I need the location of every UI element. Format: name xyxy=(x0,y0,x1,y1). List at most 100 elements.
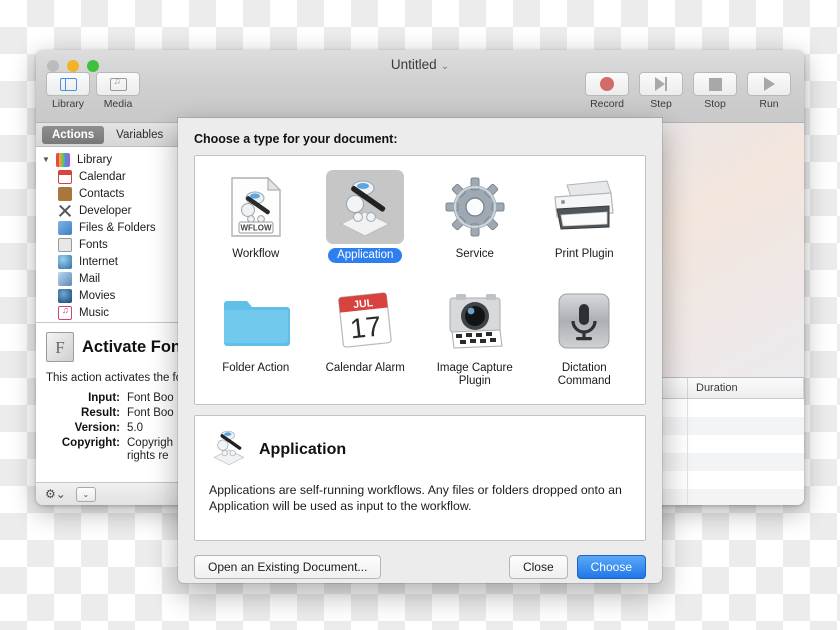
field-value-copyright-line1: Copyrigh xyxy=(127,437,173,449)
developer-icon xyxy=(58,204,72,218)
movies-icon xyxy=(58,289,72,303)
tree-item-music-label: Music xyxy=(78,307,109,319)
print-plugin-printer-icon xyxy=(545,170,623,244)
sheet-footer: Open an Existing Document... Close Choos… xyxy=(194,555,646,579)
window-title[interactable]: Untitled ⌄ xyxy=(36,57,804,72)
field-label-version: Version: xyxy=(46,422,120,434)
image-capture-camera-icon xyxy=(436,284,514,358)
tab-variables[interactable]: Variables xyxy=(106,126,173,144)
library-swatch-icon xyxy=(56,153,70,167)
document-type-dictation-command[interactable]: Dictation Command xyxy=(530,280,640,394)
document-type-folder-action-label: Folder Action xyxy=(222,362,289,375)
step-icon xyxy=(655,77,668,91)
document-type-print-plugin[interactable]: Print Plugin xyxy=(530,166,640,280)
toolbar-left-group: Library Media xyxy=(46,72,140,110)
document-type-image-capture-plugin[interactable]: Image Capture Plugin xyxy=(420,280,530,394)
tree-item-files-folders-label: Files & Folders xyxy=(78,222,156,234)
document-type-dictation-command-label: Dictation Command xyxy=(538,362,630,388)
field-value-version: 5.0 xyxy=(127,422,143,434)
sheet-prompt: Choose a type for your document: xyxy=(194,132,646,146)
action-info-description: This action activates the fo xyxy=(46,372,197,384)
choose-button[interactable]: Choose xyxy=(577,555,646,579)
tree-item-internet-label: Internet xyxy=(78,256,118,268)
run-icon xyxy=(764,77,775,91)
document-type-calendar-alarm-label: Calendar Alarm xyxy=(326,362,405,375)
action-info-fields: Input: Font Boo Result: Font Boo Version… xyxy=(46,392,197,463)
disclosure-triangle-icon[interactable]: ▼ xyxy=(42,155,50,164)
toolbar-button-library-label: Library xyxy=(52,98,84,110)
document-type-workflow[interactable]: WFLOW Workflow xyxy=(201,166,311,280)
music-icon xyxy=(58,306,72,320)
toolbar-button-run-label: Run xyxy=(759,98,778,110)
document-type-application-label: Application xyxy=(328,248,402,263)
tree-item-library-label: Library xyxy=(76,154,112,166)
action-info-row-input: Input: Font Boo xyxy=(46,392,197,404)
gear-icon[interactable]: ⚙⌄ xyxy=(45,487,66,501)
window-title-text: Untitled xyxy=(391,57,437,72)
document-type-sheet: Choose a type for your document: WFLOW xyxy=(178,118,662,583)
document-type-grid: WFLOW Workflow Application xyxy=(194,155,646,405)
fonts-icon xyxy=(58,238,72,252)
chevron-down-icon[interactable]: ⌄ xyxy=(76,487,96,502)
toolbar-button-step-label: Step xyxy=(650,98,672,110)
toolbar-button-stop[interactable]: Stop xyxy=(693,72,737,110)
chevron-down-icon: ⌄ xyxy=(441,61,449,72)
field-value-copyright: Copyrigh rights re xyxy=(127,437,173,463)
tree-item-movies-label: Movies xyxy=(78,290,115,302)
field-label-result: Result: xyxy=(46,407,120,419)
svg-text:JUL: JUL xyxy=(353,297,375,311)
toolbar-button-library[interactable]: Library xyxy=(46,72,90,110)
close-button[interactable]: Close xyxy=(509,555,568,579)
toolbar-button-run[interactable]: Run xyxy=(747,72,791,110)
toolbar-button-media[interactable]: Media xyxy=(96,72,140,110)
calendar-alarm-icon: JUL 17 xyxy=(326,284,404,358)
toolbar-right-group: Record Step Stop Run xyxy=(585,72,791,110)
action-info-row-copyright: Copyright: Copyrigh rights re xyxy=(46,437,197,463)
files-folders-icon xyxy=(58,221,72,235)
document-type-application[interactable]: Application xyxy=(311,166,421,280)
log-column-header-duration[interactable]: Duration xyxy=(688,378,804,398)
document-type-folder-action[interactable]: Folder Action xyxy=(201,280,311,394)
internet-icon xyxy=(58,255,72,269)
description-header: Application xyxy=(209,428,631,471)
action-info-header: F Activate Fon xyxy=(46,332,197,362)
folder-action-folder-icon xyxy=(217,284,295,358)
document-type-workflow-label: Workflow xyxy=(232,248,279,261)
application-robot-icon xyxy=(326,170,404,244)
action-info-title: Activate Fon xyxy=(82,338,181,357)
font-book-icon: F xyxy=(46,332,74,362)
field-label-input: Input: xyxy=(46,392,120,404)
document-type-service[interactable]: Service xyxy=(420,166,530,280)
document-type-image-capture-plugin-label: Image Capture Plugin xyxy=(429,362,521,388)
stop-icon xyxy=(709,78,722,91)
description-title: Application xyxy=(259,441,346,459)
svg-text:17: 17 xyxy=(349,310,383,344)
library-panel-icon xyxy=(60,78,77,91)
action-info-row-version: Version: 5.0 xyxy=(46,422,197,434)
footer-right-buttons: Close Choose xyxy=(509,555,646,579)
mail-icon xyxy=(58,272,72,286)
tab-actions[interactable]: Actions xyxy=(42,126,104,144)
toolbar-button-record[interactable]: Record xyxy=(585,72,629,110)
service-gear-icon xyxy=(436,170,514,244)
toolbar-button-step[interactable]: Step xyxy=(639,72,683,110)
tree-item-fonts-label: Fonts xyxy=(78,239,108,251)
tree-item-calendar-label: Calendar xyxy=(78,171,126,183)
document-type-calendar-alarm[interactable]: JUL 17 Calendar Alarm xyxy=(311,280,421,394)
toolbar-button-media-label: Media xyxy=(104,98,133,110)
field-value-input: Font Boo xyxy=(127,392,174,404)
document-type-description: Application Applications are self-runnin… xyxy=(194,415,646,541)
field-value-copyright-line2: rights re xyxy=(127,450,169,462)
field-value-result: Font Boo xyxy=(127,407,174,419)
calendar-icon xyxy=(58,170,72,184)
action-info-row-result: Result: Font Boo xyxy=(46,407,197,419)
title-bar: Untitled ⌄ Library Media Record Step xyxy=(36,50,804,123)
document-type-print-plugin-label: Print Plugin xyxy=(555,248,614,261)
tree-item-contacts-label: Contacts xyxy=(78,188,124,200)
toolbar-button-record-label: Record xyxy=(590,98,624,110)
application-robot-icon xyxy=(209,428,249,471)
document-type-service-label: Service xyxy=(456,248,494,261)
open-existing-document-button[interactable]: Open an Existing Document... xyxy=(194,555,381,579)
media-panel-icon xyxy=(110,78,127,91)
record-icon xyxy=(600,77,614,91)
